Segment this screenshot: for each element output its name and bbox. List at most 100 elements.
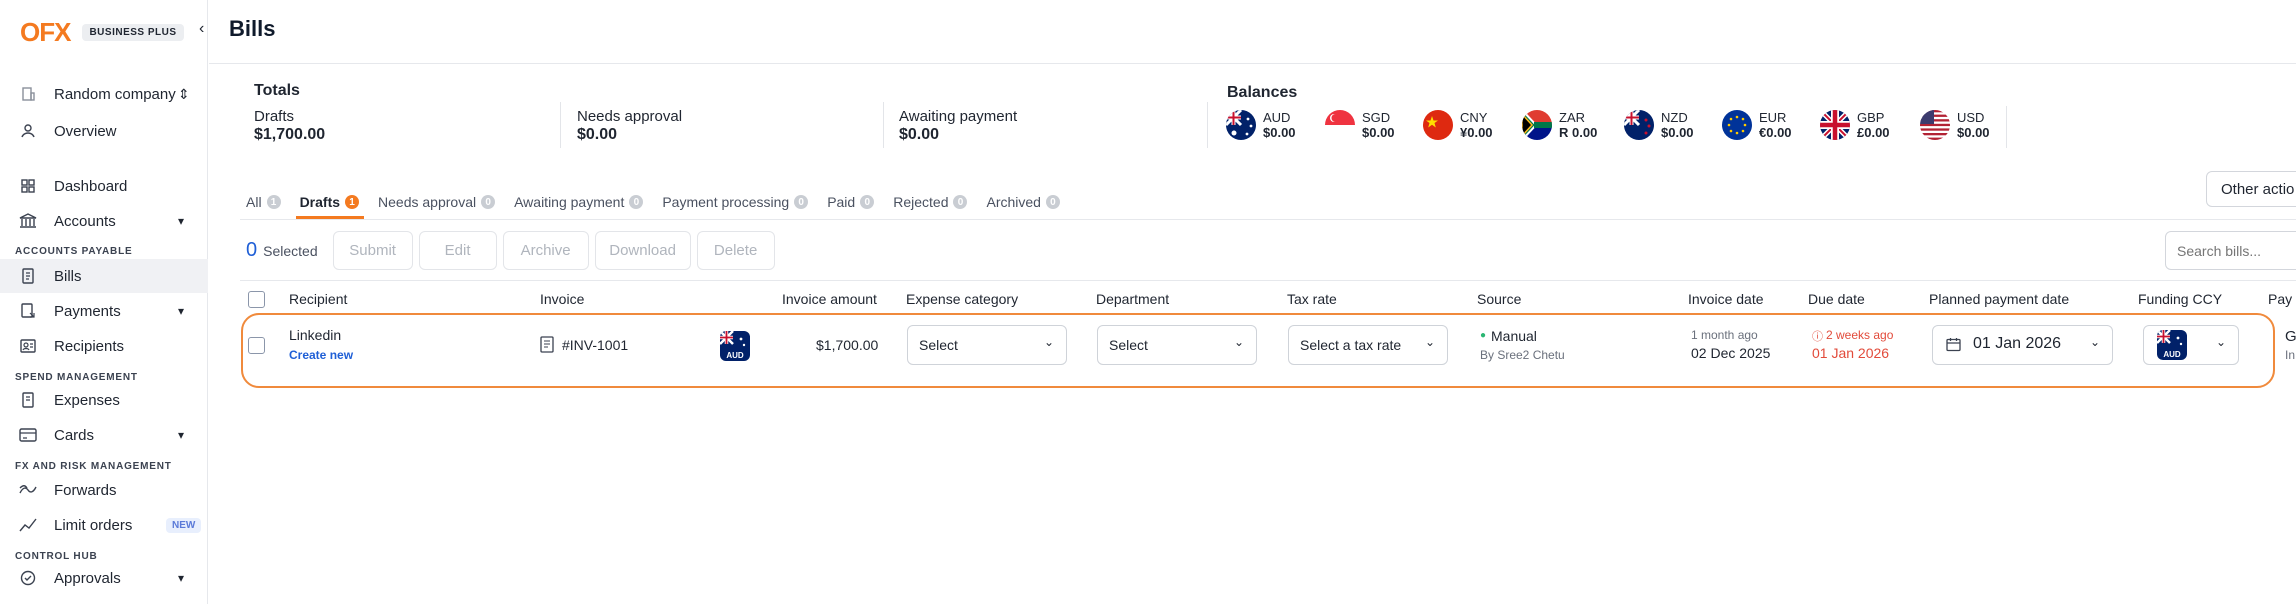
column-header-source[interactable]: Source (1477, 291, 1521, 307)
select-value: Select (919, 337, 958, 353)
currency-code: CNY (1460, 110, 1488, 125)
column-header-expense-category[interactable]: Expense category (906, 291, 1018, 307)
tab-payment-processing[interactable]: Payment processing 0 (662, 190, 809, 214)
row-checkbox[interactable] (248, 337, 265, 354)
tab-paid[interactable]: Paid 0 (827, 190, 875, 214)
building-icon (18, 84, 38, 104)
department-select[interactable]: Select ⌄ (1097, 325, 1257, 365)
planned-payment-date-picker[interactable]: 01 Jan 2026 ⌄ (1932, 325, 2113, 365)
company-switcher[interactable]: Random company ⇕ (0, 77, 208, 111)
flag-nzd-icon (1624, 110, 1654, 140)
invoice-number[interactable]: #INV-1001 (562, 337, 628, 353)
balance-eur[interactable]: EUR €0.00 (1722, 110, 1792, 140)
column-header-tax-rate[interactable]: Tax rate (1287, 291, 1337, 307)
currency-balance: $0.00 (1957, 125, 1990, 140)
funding-flag-icon: AUD (2157, 330, 2187, 360)
sidebar-item-label: Limit orders (54, 516, 133, 534)
tabs-divider (240, 219, 2296, 220)
chevron-down-icon: ⌄ (1043, 335, 1054, 349)
other-actions-button[interactable]: Other actio (2206, 171, 2296, 207)
tab-count-badge: 0 (481, 195, 496, 209)
table-top-divider (240, 280, 2296, 281)
column-header-due-date[interactable]: Due date (1808, 291, 1865, 307)
tab-needs-approval[interactable]: Needs approval 0 (378, 190, 496, 214)
sidebar-item-approvals[interactable]: Approvals ▾ (0, 561, 208, 595)
balance-usd[interactable]: USD $0.00 (1920, 110, 1990, 140)
tax-rate-select[interactable]: Select a tax rate ⌄ (1288, 325, 1448, 365)
edit-button[interactable]: Edit (418, 231, 497, 270)
column-header-department[interactable]: Department (1096, 291, 1169, 307)
balance-gbp[interactable]: GBP £0.00 (1820, 110, 1890, 140)
balance-aud[interactable]: AUD $0.00 (1226, 110, 1296, 140)
tab-archived[interactable]: Archived 0 (986, 190, 1060, 214)
column-header-invoice-date[interactable]: Invoice date (1688, 291, 1764, 307)
ofx-logo[interactable]: OFX BUSINESS PLUS (20, 17, 184, 48)
collapse-sidebar-icon[interactable]: ‹ (199, 20, 204, 38)
flag-sgd-icon (1325, 110, 1355, 140)
expense-category-select[interactable]: Select ⌄ (907, 325, 1067, 365)
column-header-recipient[interactable]: Recipient (289, 291, 347, 307)
expense-icon (18, 390, 38, 410)
balance-nzd[interactable]: NZD $0.00 (1624, 110, 1694, 140)
sidebar-item-dashboard[interactable]: Dashboard (0, 169, 208, 203)
tab-all[interactable]: All 1 (246, 190, 281, 214)
pay-cell-bottom: In (2285, 348, 2296, 362)
selected-label: Selected (263, 242, 318, 259)
sidebar-item-cards[interactable]: Cards ▾ (0, 418, 208, 452)
tab-label: Needs approval (378, 194, 477, 210)
sidebar-item-label: Forwards (54, 481, 117, 499)
column-header-funding-ccy[interactable]: Funding CCY (2138, 291, 2222, 307)
funding-ccy-select[interactable]: AUD ⌄ (2143, 325, 2239, 365)
sidebar-item-expenses[interactable]: Expenses (0, 383, 208, 417)
page-title: Bills (229, 16, 276, 41)
submit-button[interactable]: Submit (332, 231, 413, 270)
sidebar-item-bills[interactable]: Bills (0, 259, 208, 293)
tab-drafts[interactable]: Drafts 1 (300, 190, 360, 214)
bill-status-tabs: All 1 Drafts 1 Needs approval 0 Awaiting pa… (246, 190, 1079, 214)
overdue-alert-icon: ⓘ (1812, 331, 1823, 343)
sidebar: OFX BUSINESS PLUS ‹ Random company ⇕ Ove… (0, 0, 208, 604)
balance-sgd[interactable]: SGD $0.00 (1325, 110, 1395, 140)
tab-count-badge: 0 (860, 195, 875, 209)
sidebar-item-recipients[interactable]: Recipients (0, 329, 208, 363)
tab-count-badge: 1 (266, 195, 281, 209)
sidebar-item-accounts[interactable]: Accounts ▾ (0, 204, 208, 238)
currency-code: EUR (1759, 110, 1787, 125)
tab-rejected[interactable]: Rejected 0 (893, 190, 968, 214)
flag-cny-icon (1423, 110, 1453, 140)
balance-zar[interactable]: ZAR R 0.00 (1522, 110, 1597, 140)
sidebar-item-payments[interactable]: Payments ▾ (0, 294, 208, 328)
download-button[interactable]: Download (594, 231, 691, 270)
column-header-planned-payment-date[interactable]: Planned payment date (1929, 291, 2069, 307)
sidebar-item-limit-orders[interactable]: Limit orders NEW (0, 508, 208, 542)
receipt-icon (18, 266, 38, 286)
invoice-doc-icon (540, 336, 554, 356)
source-value: Manual (1491, 328, 1537, 344)
sidebar-item-overview[interactable]: Overview (0, 114, 208, 148)
chevron-down-icon: ⌄ (2089, 335, 2100, 349)
sidebar-item-forwards[interactable]: Forwards (0, 473, 208, 507)
currency-code: AUD (1263, 110, 1291, 125)
select-all-checkbox[interactable] (248, 291, 265, 308)
chevron-down-icon: ▾ (178, 571, 185, 585)
tab-awaiting-payment[interactable]: Awaiting payment 0 (514, 190, 644, 214)
totals-title: Totals (254, 82, 300, 99)
column-header-pay[interactable]: Pay (2268, 291, 2292, 307)
currency-code: NZD (1661, 110, 1688, 125)
column-header-invoice-amount[interactable]: Invoice amount (782, 291, 877, 307)
create-new-link[interactable]: Create new (289, 348, 353, 362)
delete-button[interactable]: Delete (696, 231, 775, 270)
currency-flag-icon: AUD (720, 331, 750, 361)
totals-awaiting-label: Awaiting payment (899, 108, 1018, 125)
tab-label: All (246, 194, 262, 210)
balance-cny[interactable]: CNY ¥0.00 (1423, 110, 1493, 140)
calendar-icon (1946, 337, 1961, 357)
pay-cell-top: G (2285, 328, 2296, 345)
column-header-invoice[interactable]: Invoice (540, 291, 584, 307)
archive-button[interactable]: Archive (502, 231, 589, 270)
select-value: Select (1109, 337, 1148, 353)
chevron-down-icon: ⌄ (2215, 335, 2226, 349)
search-input[interactable] (2165, 231, 2296, 270)
recipient-name[interactable]: Linkedin (289, 327, 341, 343)
chevron-down-icon: ▾ (178, 214, 185, 228)
